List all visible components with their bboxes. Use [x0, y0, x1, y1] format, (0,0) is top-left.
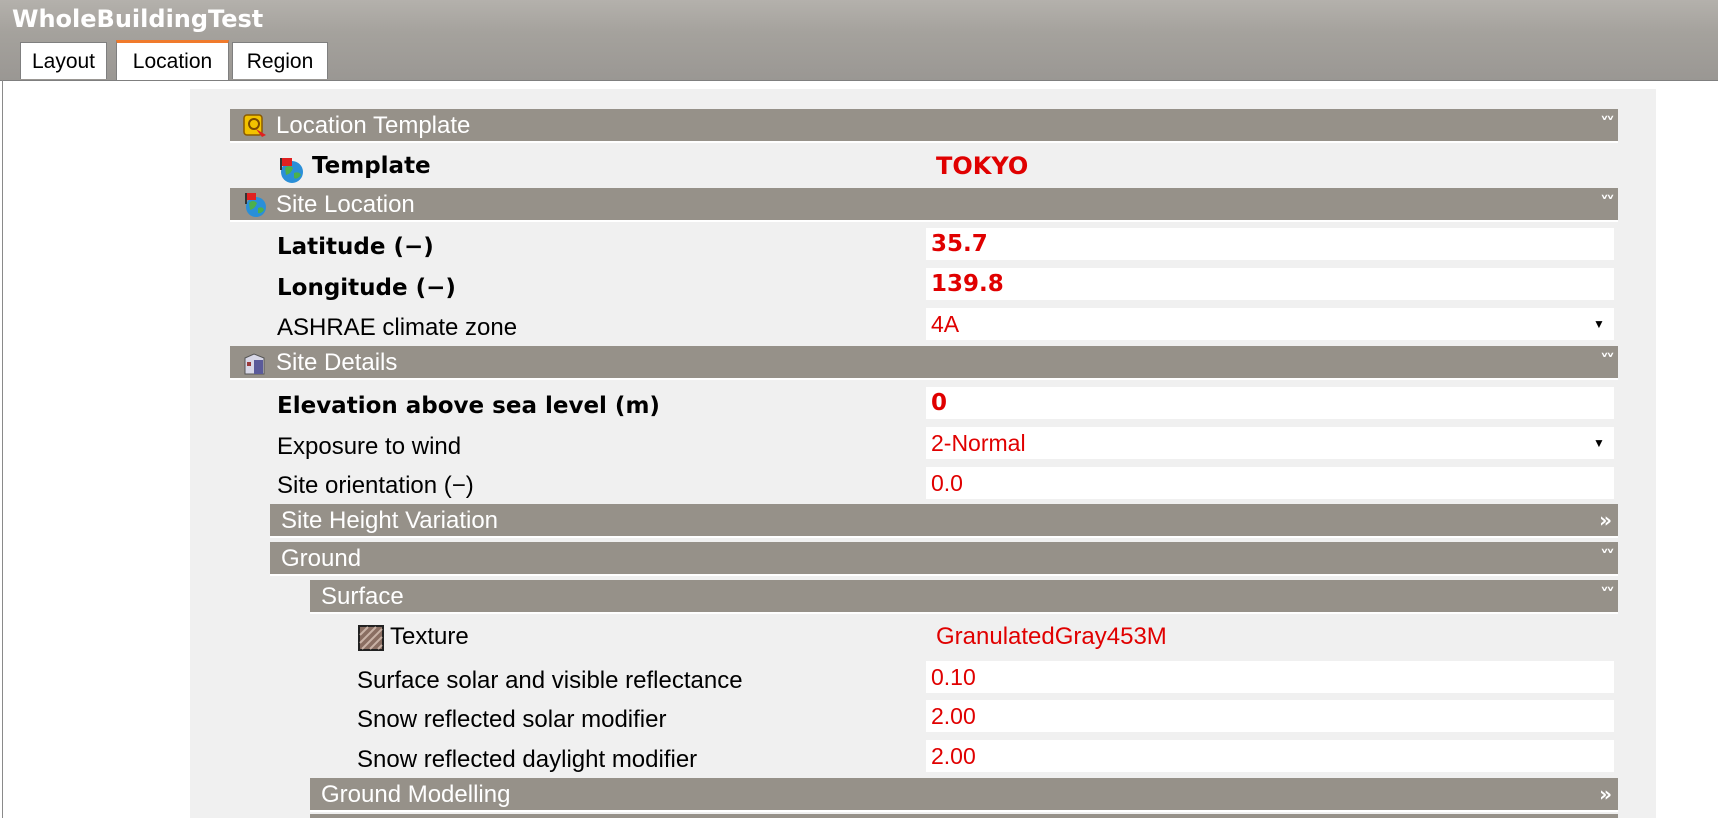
template-label: Template: [312, 153, 431, 179]
climate-zone-value: 4A: [931, 311, 960, 337]
texture-value[interactable]: GranulatedGray453M: [936, 622, 1167, 652]
next-section-header-edge: [310, 814, 1618, 818]
expand-icon[interactable]: »: [1599, 504, 1612, 536]
collapse-icon[interactable]: ˅˅: [1600, 346, 1615, 378]
section-title-site-details: Site Details: [276, 349, 398, 376]
longitude-label: Longitude (−): [277, 275, 456, 301]
section-title-ground: Ground: [281, 545, 362, 572]
section-header-location-template[interactable]: Location Template ˅˅: [230, 109, 1618, 143]
snow-solar-input[interactable]: 2.00: [926, 700, 1614, 732]
window-title: WholeBuildingTest: [12, 5, 264, 33]
collapse-icon[interactable]: ˅˅: [1600, 109, 1615, 141]
collapse-icon[interactable]: ˅˅: [1600, 580, 1615, 612]
latitude-label: Latitude (−): [277, 234, 434, 260]
reflectance-label: Surface solar and visible reflectance: [357, 667, 743, 694]
exposure-select[interactable]: 2-Normal ▼: [926, 427, 1614, 459]
tab-layout[interactable]: Layout: [20, 42, 107, 79]
section-header-site-height-variation[interactable]: Site Height Variation »: [270, 504, 1618, 538]
orientation-input[interactable]: 0.0: [926, 467, 1614, 499]
dropdown-arrow-icon[interactable]: ▼: [1590, 315, 1608, 333]
expand-icon[interactable]: »: [1599, 778, 1612, 810]
content-left-border: [2, 80, 3, 818]
section-title-location-template: Location Template: [276, 112, 471, 139]
section-title-site-height-variation: Site Height Variation: [281, 507, 499, 534]
longitude-input[interactable]: 139.8: [926, 268, 1614, 300]
snow-daylight-label: Snow reflected daylight modifier: [357, 746, 698, 773]
section-header-site-location[interactable]: Site Location ˅˅: [230, 188, 1618, 222]
section-header-ground[interactable]: Ground ˅˅: [270, 542, 1618, 576]
snow-solar-label: Snow reflected solar modifier: [357, 706, 667, 733]
tab-location[interactable]: Location: [116, 40, 229, 81]
climate-zone-select[interactable]: 4A ▼: [926, 308, 1614, 340]
elevation-input[interactable]: 0: [926, 387, 1614, 419]
collapse-icon[interactable]: ˅˅: [1600, 542, 1615, 574]
latitude-input[interactable]: 35.7: [926, 228, 1614, 260]
template-value[interactable]: TOKYO: [936, 151, 1028, 181]
exposure-label: Exposure to wind: [277, 433, 462, 460]
climate-zone-label: ASHRAE climate zone: [277, 314, 518, 341]
section-title-ground-modelling: Ground Modelling: [321, 781, 511, 808]
section-header-site-details[interactable]: Site Details ˅˅: [230, 346, 1618, 380]
collapse-icon[interactable]: ˅˅: [1600, 188, 1615, 220]
orientation-label: Site orientation (−): [277, 472, 474, 499]
texture-label: Texture: [390, 623, 469, 650]
section-header-ground-modelling[interactable]: Ground Modelling »: [310, 778, 1618, 812]
reflectance-input[interactable]: 0.10: [926, 661, 1614, 693]
section-title-site-location: Site Location: [276, 191, 415, 218]
elevation-label: Elevation above sea level (m): [277, 393, 660, 419]
dropdown-arrow-icon[interactable]: ▼: [1590, 434, 1608, 452]
section-title-surface: Surface: [321, 583, 404, 610]
snow-daylight-input[interactable]: 2.00: [926, 740, 1614, 772]
template-globe-icon: [280, 158, 303, 183]
exposure-value: 2-Normal: [931, 430, 1026, 456]
tab-region[interactable]: Region: [232, 42, 328, 79]
site-details-building-icon: [244, 353, 265, 375]
window-titlebar: WholeBuildingTest Layout Location Region: [0, 0, 1718, 81]
section-header-surface[interactable]: Surface ˅˅: [310, 580, 1618, 614]
location-template-icon: [243, 114, 266, 137]
texture-swatch-icon: [358, 625, 384, 651]
site-location-globe-icon: [245, 193, 266, 217]
